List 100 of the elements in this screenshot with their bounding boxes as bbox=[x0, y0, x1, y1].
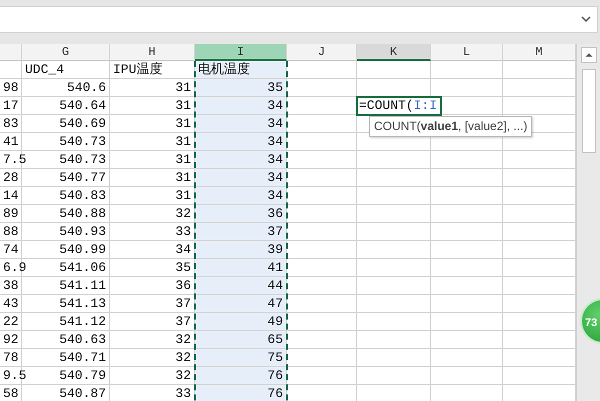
table-cell: 36 bbox=[110, 277, 195, 295]
table-cell bbox=[431, 223, 503, 241]
table-cell: 31 bbox=[110, 187, 195, 205]
table-cell: 34 bbox=[195, 187, 287, 205]
table-cell bbox=[431, 313, 503, 331]
table-cell bbox=[431, 241, 503, 259]
table-cell bbox=[287, 169, 357, 187]
scroll-up-icon[interactable] bbox=[580, 47, 596, 63]
table-cell: 540.87 bbox=[22, 385, 110, 401]
table-cell: 58 bbox=[0, 385, 22, 401]
table-cell: UDC_4 bbox=[22, 61, 110, 79]
table-cell bbox=[287, 241, 357, 259]
table-cell: 31 bbox=[110, 133, 195, 151]
table-cell bbox=[431, 277, 503, 295]
table-cell: 37 bbox=[195, 223, 287, 241]
table-cell bbox=[431, 61, 503, 79]
table-cell: 541.13 bbox=[22, 295, 110, 313]
table-cell bbox=[287, 367, 357, 385]
table-cell: 540.6 bbox=[22, 79, 110, 97]
table-cell: 89 bbox=[0, 205, 22, 223]
function-tooltip: COUNT(value1, [value2], ...) bbox=[369, 116, 532, 137]
table-cell bbox=[287, 277, 357, 295]
table-cell: 98 bbox=[0, 79, 22, 97]
table-cell: 540.99 bbox=[22, 241, 110, 259]
table-cell: 540.88 bbox=[22, 205, 110, 223]
table-cell: 65 bbox=[195, 331, 287, 349]
table-cell bbox=[287, 151, 357, 169]
table-cell: 540.83 bbox=[22, 187, 110, 205]
table-cell: 540.77 bbox=[22, 169, 110, 187]
column-header[interactable]: M bbox=[503, 44, 576, 61]
table-cell: 44 bbox=[195, 277, 287, 295]
table-cell bbox=[287, 259, 357, 277]
table-cell: 31 bbox=[110, 79, 195, 97]
table-cell: 35 bbox=[110, 259, 195, 277]
table-cell: 38 bbox=[0, 277, 22, 295]
table-cell: 14 bbox=[0, 187, 22, 205]
table-cell: 540.71 bbox=[22, 349, 110, 367]
table-cell: 76 bbox=[195, 367, 287, 385]
table-cell bbox=[431, 259, 503, 277]
table-cell: 47 bbox=[195, 295, 287, 313]
table-cell: 541.12 bbox=[22, 313, 110, 331]
table-cell bbox=[287, 313, 357, 331]
table-cell: 540.63 bbox=[22, 331, 110, 349]
table-cell bbox=[431, 349, 503, 367]
table-cell: 34 bbox=[195, 97, 287, 115]
table-cell: 49 bbox=[195, 313, 287, 331]
table-cell: 32 bbox=[110, 367, 195, 385]
table-cell: 75 bbox=[195, 349, 287, 367]
table-cell: 41 bbox=[195, 259, 287, 277]
table-cell bbox=[287, 133, 357, 151]
table-cell: 32 bbox=[110, 349, 195, 367]
table-cell: 31 bbox=[110, 115, 195, 133]
table-cell: 32 bbox=[110, 331, 195, 349]
vertical-scrollbar[interactable] bbox=[576, 44, 600, 401]
table-cell: 31 bbox=[110, 97, 195, 115]
table-cell: 83 bbox=[0, 115, 22, 133]
table-cell bbox=[287, 223, 357, 241]
table-cell bbox=[287, 79, 357, 97]
table-cell bbox=[431, 295, 503, 313]
chevron-down-icon[interactable] bbox=[581, 16, 591, 23]
table-cell bbox=[287, 205, 357, 223]
table-cell bbox=[0, 61, 22, 79]
table-cell: 39 bbox=[195, 241, 287, 259]
table-cell bbox=[431, 205, 503, 223]
table-cell: 37 bbox=[110, 295, 195, 313]
table-cell: 32 bbox=[110, 205, 195, 223]
column-header[interactable]: J bbox=[287, 44, 357, 61]
table-cell: 17 bbox=[0, 97, 22, 115]
table-cell bbox=[431, 331, 503, 349]
table-cell: 22 bbox=[0, 313, 22, 331]
column-header[interactable]: G bbox=[22, 44, 110, 61]
table-cell: 76 bbox=[195, 385, 287, 401]
table-cell: 34 bbox=[195, 133, 287, 151]
table-cell: 34 bbox=[195, 151, 287, 169]
column-header[interactable]: L bbox=[431, 44, 503, 61]
table-cell: 43 bbox=[0, 295, 22, 313]
table-cell: 28 bbox=[0, 169, 22, 187]
table-cell: 540.73 bbox=[22, 133, 110, 151]
table-cell bbox=[287, 61, 357, 79]
table-cell bbox=[287, 331, 357, 349]
table-cell: 88 bbox=[0, 223, 22, 241]
table-cell bbox=[287, 187, 357, 205]
table-cell: 541.11 bbox=[22, 277, 110, 295]
table-cell: 34 bbox=[110, 241, 195, 259]
table-cell: 41 bbox=[0, 133, 22, 151]
column-header[interactable]: I bbox=[195, 44, 287, 61]
column-header[interactable]: H bbox=[110, 44, 195, 61]
scrollbar-thumb[interactable] bbox=[582, 69, 596, 153]
table-cell: 34 bbox=[195, 115, 287, 133]
table-cell: 31 bbox=[110, 151, 195, 169]
table-cell bbox=[431, 169, 503, 187]
cell-input-field[interactable]: =COUNT(I:I bbox=[356, 96, 442, 116]
column-header[interactable] bbox=[0, 44, 22, 61]
column-header[interactable]: K bbox=[357, 44, 431, 61]
table-cell: 540.69 bbox=[22, 115, 110, 133]
table-cell: 34 bbox=[195, 169, 287, 187]
table-cell: 540.64 bbox=[22, 97, 110, 115]
table-cell bbox=[287, 349, 357, 367]
table-cell: 74 bbox=[0, 241, 22, 259]
table-cell bbox=[431, 151, 503, 169]
